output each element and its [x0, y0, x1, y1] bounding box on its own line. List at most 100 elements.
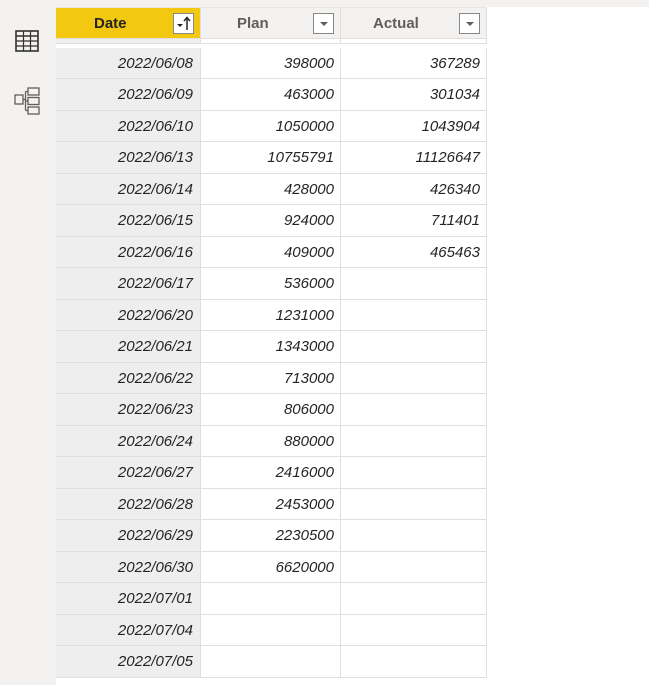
cell-date[interactable]: 2022/07/05: [56, 646, 201, 678]
cell-plan[interactable]: 1343000: [201, 331, 341, 363]
cell-actual[interactable]: [341, 583, 487, 615]
table-row[interactable]: 2022/06/21 1343000: [56, 331, 487, 363]
cell-date[interactable]: 2022/06/22: [56, 362, 201, 394]
table-row[interactable]: 2022/06/13 10755791 11126647: [56, 142, 487, 174]
cell-date[interactable]: 2022/06/10: [56, 110, 201, 142]
cell-date[interactable]: 2022/06/09: [56, 79, 201, 111]
cell-plan[interactable]: 536000: [201, 268, 341, 300]
column-header-plan[interactable]: Plan: [201, 8, 341, 39]
cell-actual[interactable]: [341, 457, 487, 489]
column-header-date[interactable]: Date: [56, 8, 201, 39]
cell-actual[interactable]: [341, 299, 487, 331]
cell-date[interactable]: 2022/06/28: [56, 488, 201, 520]
cell-plan[interactable]: [201, 583, 341, 615]
cell-actual[interactable]: 465463: [341, 236, 487, 268]
cell-actual[interactable]: [341, 425, 487, 457]
cell-actual[interactable]: [341, 614, 487, 646]
cell-actual[interactable]: [341, 646, 487, 678]
cell-plan[interactable]: 2230500: [201, 520, 341, 552]
filter-button-plan[interactable]: [313, 13, 334, 34]
cell-actual[interactable]: 1043904: [341, 110, 487, 142]
cell-actual[interactable]: [341, 362, 487, 394]
cell-plan[interactable]: 10755791: [201, 142, 341, 174]
column-header-row: Date Plan Actual: [56, 8, 487, 40]
table-row[interactable]: 2022/06/15 924000 711401: [56, 205, 487, 237]
table-row[interactable]: 2022/07/04: [56, 614, 487, 646]
cell-date[interactable]: 2022/06/27: [56, 457, 201, 489]
cell-plan[interactable]: 2416000: [201, 457, 341, 489]
cell-actual[interactable]: [341, 268, 487, 300]
chevron-down-icon: [465, 21, 474, 26]
table-view-button[interactable]: [10, 24, 44, 58]
table-row[interactable]: 2022/06/10 1050000 1043904: [56, 110, 487, 142]
sort-filter-button-date[interactable]: [173, 13, 194, 34]
view-rail: [0, 0, 56, 685]
table-row[interactable]: 2022/06/14 428000 426340: [56, 173, 487, 205]
cell-actual[interactable]: 301034: [341, 79, 487, 111]
table-row[interactable]: 2022/06/20 1231000: [56, 299, 487, 331]
cell-date[interactable]: 2022/06/23: [56, 394, 201, 426]
table-grid-icon: [15, 30, 39, 52]
cell-actual[interactable]: [341, 394, 487, 426]
cell-plan[interactable]: 6620000: [201, 551, 341, 583]
model-view-button[interactable]: [10, 84, 44, 118]
table-row[interactable]: 2022/07/05: [56, 646, 487, 678]
table-row[interactable]: 2022/06/28 2453000: [56, 488, 487, 520]
cell-actual[interactable]: 426340: [341, 173, 487, 205]
cell-actual[interactable]: [341, 520, 487, 552]
column-header-label: Date: [94, 15, 127, 32]
cell-plan[interactable]: [201, 614, 341, 646]
chevron-down-icon: [319, 21, 328, 26]
table-row[interactable]: 2022/06/08 398000 367289: [56, 47, 487, 79]
data-grid: 2022/06/073740003283192022/06/0839800036…: [56, 0, 649, 685]
table-row[interactable]: 2022/06/29 2230500: [56, 520, 487, 552]
cell-date[interactable]: 2022/06/14: [56, 173, 201, 205]
filter-button-actual[interactable]: [459, 13, 480, 34]
cell-date[interactable]: 2022/06/13: [56, 142, 201, 174]
cell-date[interactable]: 2022/07/04: [56, 614, 201, 646]
table-row[interactable]: 2022/06/24 880000: [56, 425, 487, 457]
table-row[interactable]: 2022/06/09 463000 301034: [56, 79, 487, 111]
table-row[interactable]: 2022/06/17 536000: [56, 268, 487, 300]
column-header-label: Actual: [373, 15, 419, 32]
cell-date[interactable]: 2022/06/20: [56, 299, 201, 331]
cell-plan[interactable]: 428000: [201, 173, 341, 205]
cell-plan[interactable]: 806000: [201, 394, 341, 426]
cell-date[interactable]: 2022/06/24: [56, 425, 201, 457]
table-row[interactable]: 2022/06/30 6620000: [56, 551, 487, 583]
column-header-actual[interactable]: Actual: [341, 8, 487, 39]
cell-date[interactable]: 2022/06/29: [56, 520, 201, 552]
cell-date[interactable]: 2022/07/01: [56, 583, 201, 615]
cell-plan[interactable]: [201, 646, 341, 678]
cell-plan[interactable]: 713000: [201, 362, 341, 394]
cell-plan[interactable]: 1050000: [201, 110, 341, 142]
table-row[interactable]: 2022/06/22 713000: [56, 362, 487, 394]
cell-date[interactable]: 2022/06/17: [56, 268, 201, 300]
table-row[interactable]: 2022/07/01: [56, 583, 487, 615]
sort-ascending-icon: [177, 16, 191, 30]
table-row[interactable]: 2022/06/27 2416000: [56, 457, 487, 489]
cell-actual[interactable]: 11126647: [341, 142, 487, 174]
grid-empty-area: [487, 7, 649, 685]
table-row[interactable]: 2022/06/23 806000: [56, 394, 487, 426]
cell-actual[interactable]: [341, 551, 487, 583]
cell-plan[interactable]: 2453000: [201, 488, 341, 520]
column-header-label: Plan: [237, 15, 269, 32]
cell-plan[interactable]: 1231000: [201, 299, 341, 331]
table-row[interactable]: 2022/06/16 409000 465463: [56, 236, 487, 268]
cell-date[interactable]: 2022/06/08: [56, 47, 201, 79]
cell-date[interactable]: 2022/06/30: [56, 551, 201, 583]
cell-date[interactable]: 2022/06/21: [56, 331, 201, 363]
cell-plan[interactable]: 398000: [201, 47, 341, 79]
cell-actual[interactable]: [341, 331, 487, 363]
model-diagram-icon: [14, 87, 40, 115]
cell-plan[interactable]: 924000: [201, 205, 341, 237]
cell-actual[interactable]: [341, 488, 487, 520]
cell-date[interactable]: 2022/06/15: [56, 205, 201, 237]
cell-plan[interactable]: 880000: [201, 425, 341, 457]
cell-actual[interactable]: 711401: [341, 205, 487, 237]
cell-actual[interactable]: 367289: [341, 47, 487, 79]
cell-plan[interactable]: 463000: [201, 79, 341, 111]
cell-date[interactable]: 2022/06/16: [56, 236, 201, 268]
cell-plan[interactable]: 409000: [201, 236, 341, 268]
